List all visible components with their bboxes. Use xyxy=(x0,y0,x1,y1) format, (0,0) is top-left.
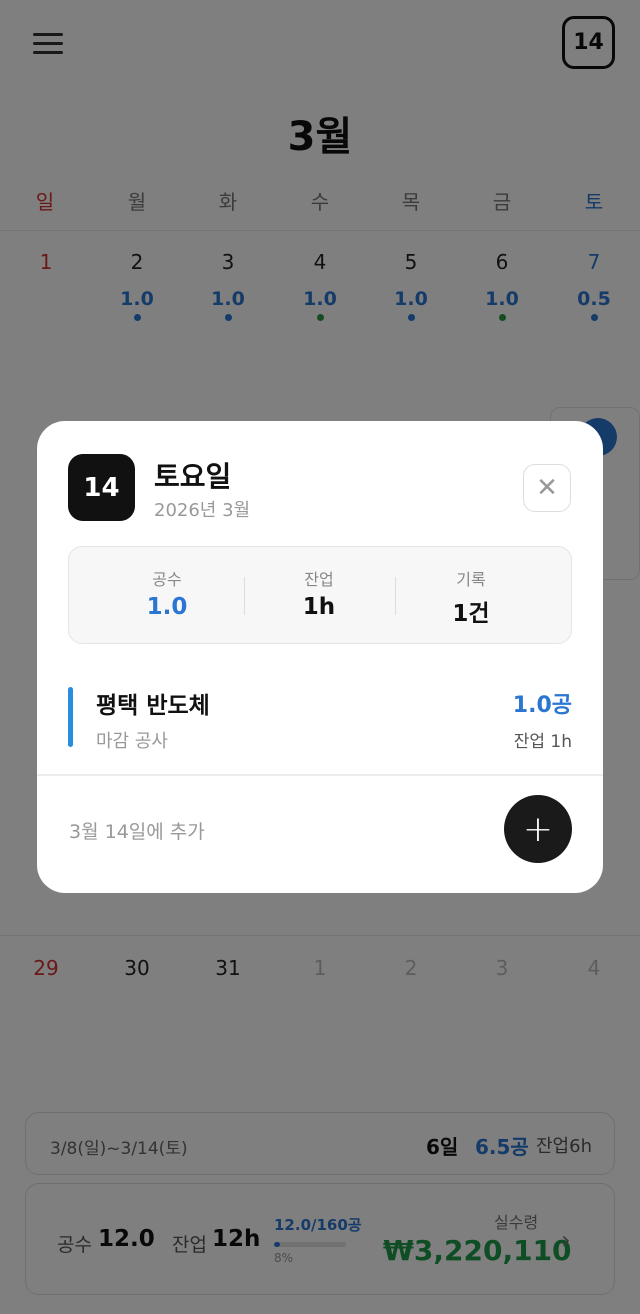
modal-year-month: 2026년 3월 xyxy=(154,500,251,521)
record-overtime: 잔업 1h xyxy=(513,732,572,752)
close-icon: ✕ xyxy=(536,473,558,503)
record-gong: 1.0공 xyxy=(512,693,572,718)
record-task: 마감 공사 xyxy=(96,731,168,752)
day-stats-box: 공수 1.0 잔업 1h 기록 1건 xyxy=(68,546,572,644)
stat-label: 잔업 xyxy=(304,570,334,589)
stat-records: 기록 1건 xyxy=(387,547,555,645)
stat-label: 공수 xyxy=(152,570,182,589)
stat-label: 기록 xyxy=(456,570,486,589)
divider xyxy=(37,774,603,776)
modal-weekday: 토요일 xyxy=(154,460,232,493)
add-record-label: 3월 14일에 추가 xyxy=(69,821,205,843)
close-button[interactable]: ✕ xyxy=(523,464,571,512)
stat-value: 1건 xyxy=(452,601,490,627)
add-record-button[interactable]: + xyxy=(504,795,572,863)
record-site: 평택 반도체 xyxy=(96,693,210,719)
stat-gong: 공수 1.0 xyxy=(83,547,251,645)
stat-value: 1.0 xyxy=(146,594,188,620)
date-badge: 14 xyxy=(68,454,135,521)
plus-icon: + xyxy=(522,808,554,850)
work-record-item[interactable]: 평택 반도체 마감 공사 1.0공 잔업 1h xyxy=(68,683,572,752)
stat-value: 1h xyxy=(302,594,336,620)
day-detail-modal: 14 토요일 2026년 3월 ✕ 공수 1.0 잔업 1h 기록 1건 평택 … xyxy=(37,421,603,893)
record-color-bar xyxy=(68,687,73,747)
stat-overtime: 잔업 1h xyxy=(235,547,403,645)
